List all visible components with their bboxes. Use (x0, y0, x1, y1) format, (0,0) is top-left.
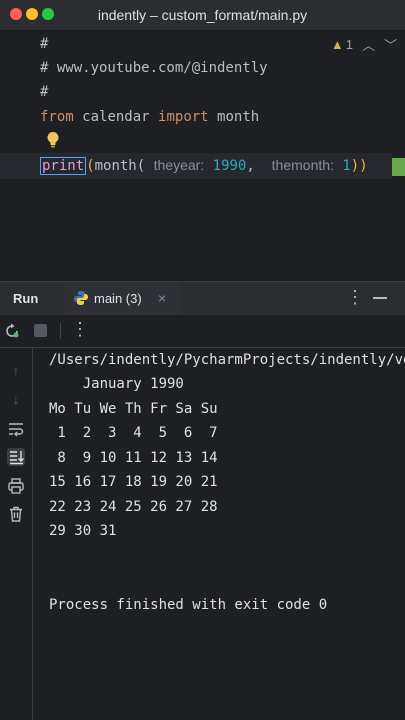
code-line-import: from calendar import month (40, 105, 259, 129)
warning-icon: ▲ (330, 37, 344, 52)
month-call: month( (94, 158, 146, 174)
title-bar: indently – custom_format/main.py (0, 0, 405, 31)
keyword-from: from (40, 109, 74, 125)
code-line-1: # (40, 36, 49, 52)
close-tab-icon[interactable]: × (158, 290, 166, 306)
imported-name: month (217, 109, 260, 125)
change-marker (392, 158, 405, 176)
param-hint-theyear: theyear: (153, 157, 205, 173)
python-icon (74, 291, 88, 305)
comma: , (246, 158, 255, 174)
code-line-2: # www.youtube.com/@indently (40, 60, 268, 76)
run-sidebar: ↑ ↓ (0, 348, 33, 720)
chevron-down-icon[interactable]: ﹀ (384, 35, 397, 54)
code-line-3: # (40, 84, 49, 100)
run-panel-title: Run (13, 291, 39, 306)
console-line: 1 2 3 4 5 6 7 (49, 425, 218, 441)
process-finished-message: Process finished with exit code 0 (49, 597, 328, 613)
warnings-indicator[interactable]: ▲ 1 (331, 37, 353, 52)
more-vertical-icon[interactable]: ⋮ (71, 319, 89, 340)
rerun-icon[interactable] (4, 323, 20, 339)
arrow-up-icon[interactable]: ↑ (7, 362, 25, 380)
lightbulb-icon[interactable] (46, 131, 60, 149)
console-line: 15 16 17 18 19 20 21 (49, 474, 218, 490)
more-options-icon[interactable]: ⋮ (346, 287, 364, 308)
module-name: calendar (82, 109, 150, 125)
toolbar-divider (60, 323, 61, 339)
minimize-panel-icon[interactable] (373, 297, 387, 299)
print-call[interactable]: print (40, 157, 87, 175)
console-line: 29 30 31 (49, 523, 117, 539)
warning-count: 1 (345, 37, 353, 52)
close-parens: )) (350, 158, 368, 174)
open-paren: ( (86, 158, 95, 174)
console-output[interactable]: /Users/indently/PycharmProjects/indently… (33, 348, 405, 720)
console-line: 8 9 10 11 12 13 14 (49, 450, 218, 466)
console-line: January 1990 (49, 376, 184, 392)
keyword-import: import (158, 109, 209, 125)
arrow-down-icon[interactable]: ↓ (7, 390, 25, 408)
trash-icon[interactable] (7, 505, 25, 523)
console-line: /Users/indently/PycharmProjects/indently… (49, 352, 405, 368)
run-toolbar: ⋮ (0, 315, 405, 348)
code-editor[interactable]: ▲ 1 ︿ ﹀ # # www.youtube.com/@indently # f… (0, 31, 405, 280)
arg-month: 1 (342, 158, 351, 174)
scroll-to-end-icon[interactable] (7, 448, 25, 466)
param-hint-themonth: themonth: (271, 157, 334, 173)
print-icon[interactable] (7, 477, 25, 495)
chevron-up-icon[interactable]: ︿ (362, 35, 375, 54)
console-line: Mo Tu We Th Fr Sa Su (49, 401, 218, 417)
window-title: indently – custom_format/main.py (97, 7, 308, 23)
soft-wrap-icon[interactable] (7, 420, 25, 438)
stop-icon[interactable] (34, 324, 47, 337)
run-panel-header: Run main (3) × ⋮ (0, 281, 405, 317)
run-tab-label: main (3) (94, 291, 142, 306)
console-line: 22 23 24 25 26 27 28 (49, 499, 218, 515)
run-tab-main[interactable]: main (3) × (63, 282, 180, 317)
code-line-print: print (month( theyear: 1990, themonth: 1)… (40, 153, 368, 177)
arg-year: 1990 (212, 158, 247, 174)
